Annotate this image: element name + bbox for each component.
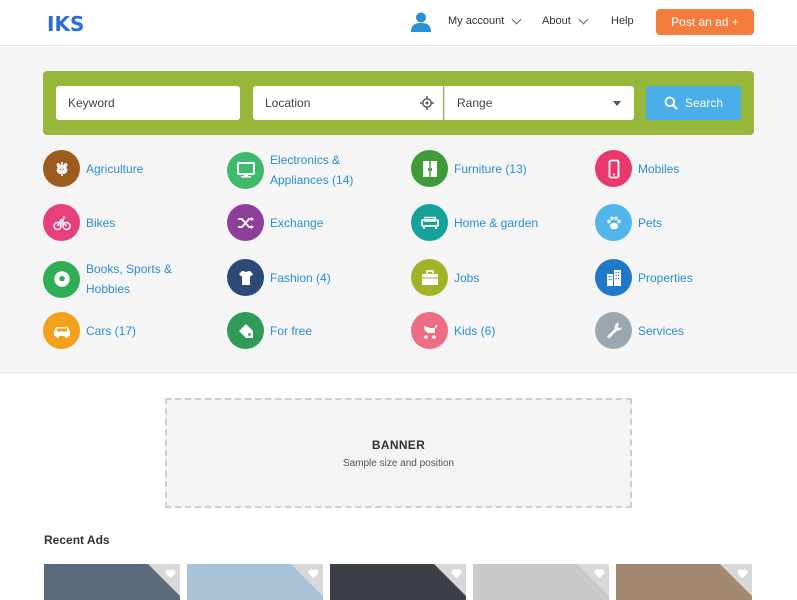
category-label: Mobiles <box>638 161 680 176</box>
recent-ads-heading: Recent Ads <box>44 533 110 547</box>
chevron-down-icon <box>578 14 589 24</box>
search-button-label: Search <box>684 96 724 110</box>
category-label: Kids (6) <box>454 323 496 338</box>
ad-card[interactable] <box>44 564 180 600</box>
chevron-down-icon <box>511 14 522 24</box>
soccer-ball-icon <box>43 260 80 298</box>
category-item[interactable]: Electronics & Appliances (14) <box>227 150 370 190</box>
heart-icon[interactable] <box>594 569 605 579</box>
nav-help[interactable]: Help <box>611 15 634 27</box>
ad-card[interactable] <box>616 564 752 600</box>
nav-my-account-label: My account <box>448 15 505 27</box>
category-item[interactable]: For free <box>227 312 370 349</box>
category-label: Books, Sports & Hobbies <box>86 262 173 296</box>
category-label: For free <box>270 323 313 338</box>
category-item[interactable]: Books, Sports & Hobbies <box>43 259 186 299</box>
banner-placeholder: BANNER Sample size and position <box>165 398 632 508</box>
ad-card[interactable] <box>473 564 609 600</box>
category-label: Jobs <box>454 270 480 285</box>
category-item[interactable]: Exchange <box>227 204 370 241</box>
stroller-icon <box>411 312 448 349</box>
heart-icon[interactable] <box>737 569 748 579</box>
keyword-input[interactable]: Keyword <box>56 86 240 120</box>
bicycle-icon <box>43 204 80 241</box>
search-icon <box>664 96 678 110</box>
caret-down-icon <box>613 101 621 106</box>
user-avatar-icon[interactable] <box>410 11 432 33</box>
monitor-icon <box>227 151 264 189</box>
category-item[interactable]: Fashion (4) <box>227 259 370 296</box>
category-label: Bikes <box>86 215 116 230</box>
banner-title: BANNER <box>371 437 426 452</box>
tag-icon <box>227 312 264 349</box>
category-label: Pets <box>638 215 663 230</box>
category-label: Electronics & Appliances (14) <box>270 153 354 187</box>
heart-icon[interactable] <box>451 569 462 579</box>
location-input[interactable]: Location <box>253 86 443 120</box>
search-button[interactable]: Search <box>646 86 741 120</box>
heart-icon[interactable] <box>308 569 319 579</box>
shuffle-icon <box>227 204 264 241</box>
briefcase-icon <box>411 259 448 296</box>
category-item[interactable]: Pets <box>595 204 738 241</box>
category-item[interactable]: Properties <box>595 259 738 296</box>
ad-card[interactable] <box>187 564 323 600</box>
category-label: Furniture (13) <box>454 161 527 176</box>
iks-logo[interactable]: IKS <box>46 9 84 37</box>
range-select[interactable]: Range <box>444 86 634 120</box>
category-item[interactable]: Home & garden <box>411 204 554 241</box>
banner-subtitle: Sample size and position <box>342 457 455 469</box>
sofa-icon <box>411 204 448 241</box>
svg-text:IKS: IKS <box>47 12 84 36</box>
location-placeholder: Location <box>265 96 311 110</box>
paw-icon <box>595 204 632 241</box>
category-label: Fashion (4) <box>270 270 331 285</box>
category-label: Services <box>638 323 685 338</box>
category-label: Cars (17) <box>86 323 137 338</box>
category-label: Exchange <box>270 215 324 230</box>
search-bar: Keyword Location Range Search <box>43 71 754 135</box>
phone-icon <box>595 150 632 187</box>
category-label: Properties <box>638 270 693 285</box>
category-item[interactable]: Furniture (13) <box>411 150 554 187</box>
category-label: Agriculture <box>86 161 144 176</box>
category-item[interactable]: Jobs <box>411 259 554 296</box>
nav-my-account[interactable]: My account <box>448 14 522 27</box>
top-header: IKS My account About Help Post an ad + <box>0 0 797 46</box>
post-ad-button[interactable]: Post an ad + <box>656 9 754 35</box>
ad-card[interactable] <box>330 564 466 600</box>
category-item[interactable]: Bikes <box>43 204 186 241</box>
category-item[interactable]: Agriculture <box>43 150 186 187</box>
category-label: Home & garden <box>454 215 539 230</box>
crosshair-icon[interactable] <box>420 96 434 110</box>
car-icon <box>43 312 80 349</box>
category-item[interactable]: Services <box>595 312 738 349</box>
nav-help-label: Help <box>611 15 634 27</box>
building-icon <box>595 259 632 296</box>
category-item[interactable]: Kids (6) <box>411 312 554 349</box>
category-item[interactable]: Cars (17) <box>43 312 186 349</box>
cabinet-icon <box>411 150 448 187</box>
nav-about[interactable]: About <box>542 14 589 27</box>
category-item[interactable]: Mobiles <box>595 150 738 187</box>
wheat-icon <box>43 150 80 187</box>
nav-about-label: About <box>542 15 571 27</box>
tshirt-icon <box>227 259 264 296</box>
wrench-icon <box>595 312 632 349</box>
heart-icon[interactable] <box>165 569 176 579</box>
range-label: Range <box>457 96 493 110</box>
hero-section: Keyword Location Range Search Agricultur… <box>0 47 797 373</box>
